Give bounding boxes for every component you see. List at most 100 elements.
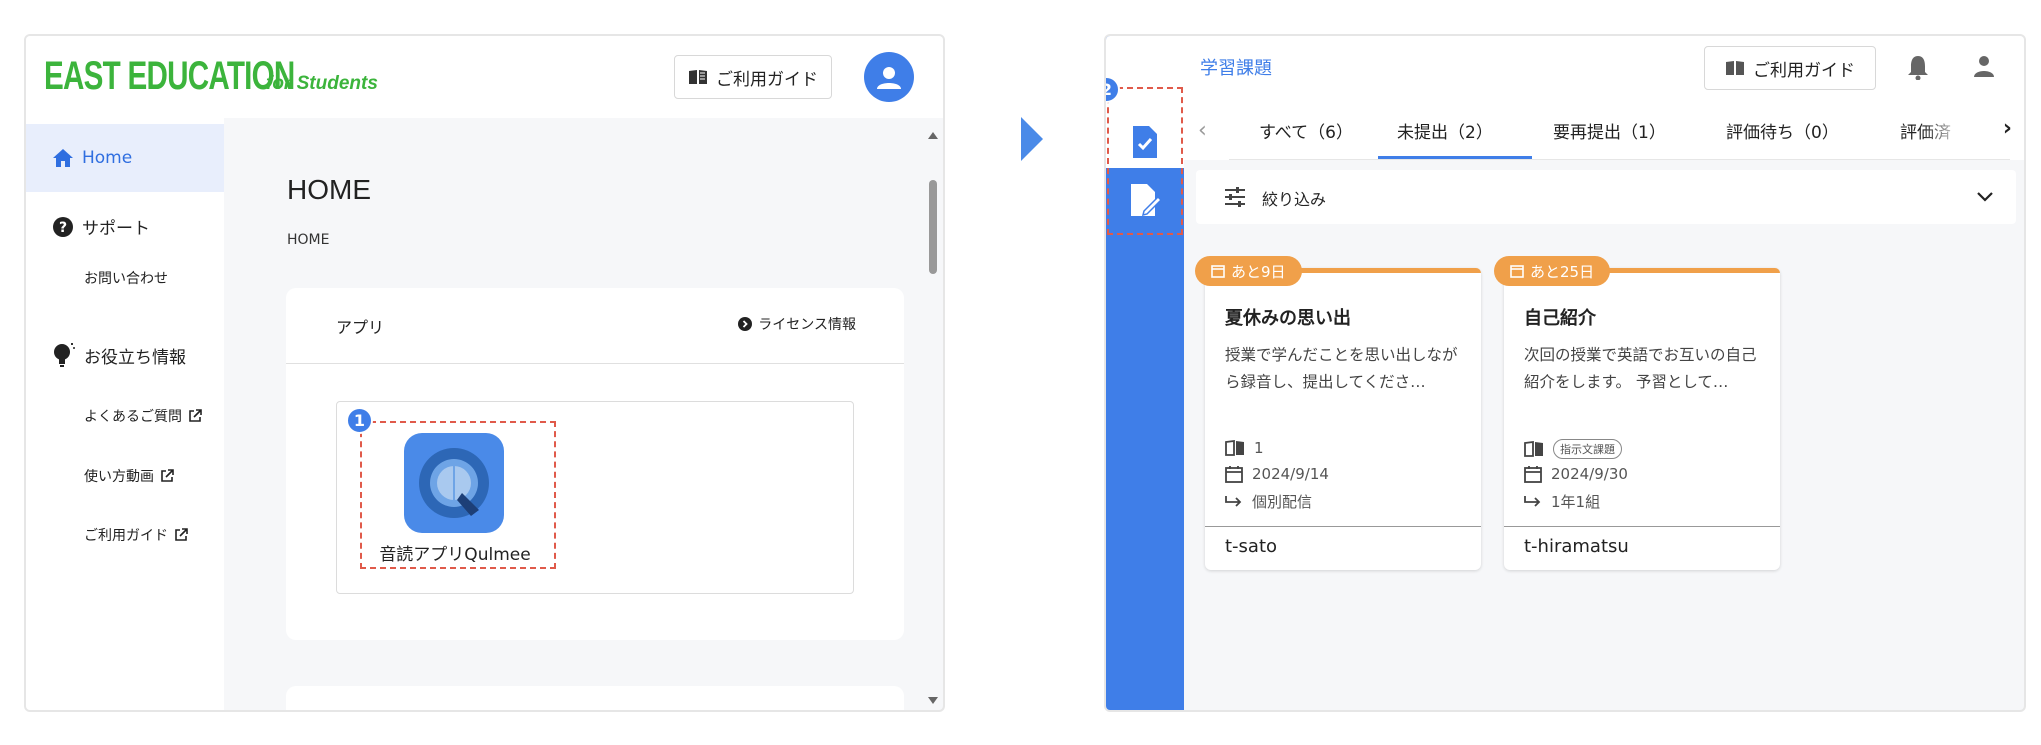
task-owner-divider <box>1504 526 1780 527</box>
task-owner-divider <box>1205 526 1481 527</box>
guide-button[interactable]: ご利用ガイド <box>1704 46 1876 90</box>
sidebar-item-home[interactable]: Home <box>26 124 224 192</box>
chevron-down-icon <box>1977 192 1993 202</box>
logo-main: EAST EDUCATION <box>44 54 295 98</box>
sidebar-item-label: Home <box>82 148 133 168</box>
task-delivery: 個別配信 <box>1225 491 1312 512</box>
calendar-icon <box>1510 265 1524 278</box>
task-date-text: 2024/9/30 <box>1551 465 1628 483</box>
guide-button-label: ご利用ガイド <box>716 69 818 90</box>
step-badge-1: 1 <box>346 407 373 434</box>
tab-bar: ‹ すべて（6） 未提出（2） 要再提出（1） 評価待ち（0） 評価済 › <box>1184 98 2024 160</box>
help-circle-icon: ? <box>53 216 73 237</box>
sidebar-item-videos[interactable]: 使い方動画 <box>84 466 174 486</box>
license-link-label: ライセンス情報 <box>758 317 856 333</box>
guide-button-label: ご利用ガイド <box>1753 60 1855 81</box>
avatar[interactable] <box>864 52 914 102</box>
license-link[interactable]: ライセンス情報 <box>738 314 856 334</box>
sidebar-item-contact[interactable]: お問い合わせ <box>84 268 168 288</box>
external-link-icon <box>189 409 202 422</box>
home-screen: EAST EDUCATION for Students ご利用ガイド Home <box>24 34 945 712</box>
logo: EAST EDUCATION for Students <box>44 54 378 99</box>
svg-text:?: ? <box>59 220 67 236</box>
filter-panel[interactable]: 絞り込み <box>1196 170 2016 224</box>
task-count: 1 <box>1225 439 1264 457</box>
highlight-box-app <box>360 421 556 569</box>
calendar-icon <box>1524 466 1542 483</box>
tabs-fade <box>1922 98 1976 160</box>
filter-label: 絞り込み <box>1262 190 1327 209</box>
calendar-icon <box>1211 265 1225 278</box>
book-icon <box>1726 61 1744 75</box>
task-title: 夏休みの思い出 <box>1225 308 1351 329</box>
filter-sliders-icon <box>1225 187 1245 207</box>
book-icon <box>1225 440 1244 456</box>
task-count-text: 1 <box>1254 439 1264 457</box>
sidebar-item-label: お役立ち情報 <box>84 347 186 368</box>
user-icon <box>877 67 901 89</box>
scrollbar[interactable] <box>927 130 939 710</box>
tabs-divider <box>1229 159 2010 160</box>
home-icon <box>53 149 73 167</box>
guide-button[interactable]: ご利用ガイド <box>674 55 832 99</box>
calendar-icon <box>1225 466 1243 483</box>
book-icon <box>689 70 707 84</box>
external-link-icon <box>175 528 188 541</box>
share-arrow-icon <box>1225 495 1242 507</box>
chevron-right-circle-icon <box>738 317 753 331</box>
sidebar-item-label: ご利用ガイド <box>84 528 168 544</box>
transition-arrow-icon <box>1021 117 1043 161</box>
scrollbar-thumb[interactable] <box>929 180 937 274</box>
apps-card-header: アプリ ライセンス情報 <box>286 288 904 364</box>
external-link-icon <box>161 469 174 482</box>
sidebar-item-label: よくあるご質問 <box>84 409 182 425</box>
tab-awaiting[interactable]: 評価待ち（0） <box>1726 118 1839 143</box>
highlight-box-rail <box>1107 87 1183 235</box>
secondary-card <box>286 686 904 710</box>
tabs-prev-icon[interactable]: ‹ <box>1198 118 1207 143</box>
task-owner: t-sato <box>1225 536 1278 557</box>
tabs-next-icon[interactable]: › <box>2003 116 2012 141</box>
sidebar: Home ? サポート お問い合わせ お役立ち情報 よくあるご質問 使い方動画 … <box>26 118 224 710</box>
page-title: 学習課題 <box>1200 58 1272 79</box>
share-arrow-icon <box>1524 495 1541 507</box>
task-type-chip: 指示文課題 <box>1553 439 1622 459</box>
task-date-text: 2024/9/14 <box>1252 465 1329 483</box>
app-header: EAST EDUCATION for Students ご利用ガイド <box>26 36 943 118</box>
sidebar-item-label: 使い方動画 <box>84 469 154 485</box>
task-owner: t-hiramatsu <box>1524 536 1629 557</box>
sidebar-item-faq[interactable]: よくあるご質問 <box>84 406 202 426</box>
bell-icon[interactable] <box>1906 54 1930 80</box>
tab-unsubmitted[interactable]: 未提出（2） <box>1397 118 1493 143</box>
task-card[interactable]: あと9日 夏休みの思い出 授業で学んだことを思い出しながら録音し、提出してくださ… <box>1195 256 1481 570</box>
tab-all[interactable]: すべて（6） <box>1259 118 1353 143</box>
task-description: 次回の授業で英語でお互いの自己紹介をします。 予習として… <box>1524 346 1757 391</box>
tasks-screen: 学習課題 ご利用ガイド ‹ すべて（6） 未提出（2） 要再提出（1） 評価待ち… <box>1104 34 2026 712</box>
task-delivery-text: 個別配信 <box>1252 493 1313 511</box>
lightbulb-icon <box>54 343 75 367</box>
deadline-badge: あと9日 <box>1195 256 1302 286</box>
tab-resubmit[interactable]: 要再提出（1） <box>1553 118 1666 143</box>
task-card[interactable]: あと25日 自己紹介 次回の授業で英語でお互いの自己紹介をします。 予習として…… <box>1494 256 1780 570</box>
sidebar-item-label: お問い合わせ <box>84 271 168 287</box>
sidebar-item-guide[interactable]: ご利用ガイド <box>84 525 188 545</box>
task-delivery: 1年1組 <box>1524 491 1600 512</box>
task-title: 自己紹介 <box>1524 308 1596 329</box>
app-header <box>1184 36 2024 98</box>
deadline-text: あと25日 <box>1530 262 1595 281</box>
task-date: 2024/9/30 <box>1524 465 1628 483</box>
sidebar-item-label: サポート <box>82 219 150 239</box>
sidebar-item-tips[interactable]: お役立ち情報 <box>52 342 186 368</box>
scroll-up-icon <box>928 132 938 139</box>
user-icon[interactable] <box>1972 54 1996 78</box>
deadline-badge: あと25日 <box>1494 256 1611 286</box>
task-date: 2024/9/14 <box>1225 465 1329 483</box>
task-type: 指示文課題 <box>1524 439 1622 459</box>
task-delivery-text: 1年1組 <box>1551 493 1601 511</box>
task-description: 授業で学んだことを思い出しながら録音し、提出してくださ… <box>1225 346 1458 391</box>
apps-heading: アプリ <box>336 318 385 337</box>
sidebar-item-support[interactable]: ? サポート <box>52 214 150 239</box>
book-icon <box>1524 441 1543 457</box>
page-title: HOME <box>287 174 371 205</box>
tab-active-indicator <box>1378 156 1532 159</box>
